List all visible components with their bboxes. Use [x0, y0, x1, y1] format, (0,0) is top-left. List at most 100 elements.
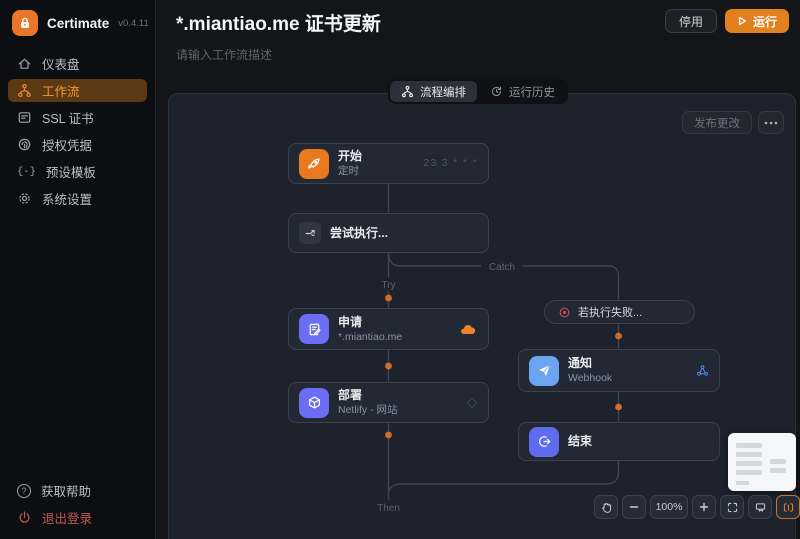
zoom-level-indicator[interactable]: 100%: [650, 495, 688, 519]
add-node-dot[interactable]: [385, 294, 392, 302]
run-button[interactable]: 运行: [724, 9, 789, 33]
split-icon: [299, 222, 321, 244]
history-icon: [491, 86, 502, 97]
sidebar-item-ssl-certificates[interactable]: SSL 证书: [8, 106, 147, 129]
sidebar-item-settings[interactable]: 系统设置: [8, 187, 147, 210]
hand-icon: [601, 502, 611, 513]
minimap-toggle-button[interactable]: [776, 495, 800, 519]
node-subtitle: *.miantiao.me: [338, 330, 403, 343]
tab-orchestration[interactable]: 流程编排: [390, 81, 477, 102]
sidebar-item-credentials[interactable]: 授权凭据: [8, 133, 147, 156]
minimap[interactable]: [728, 433, 796, 491]
sidebar-item-workflows[interactable]: 工作流: [8, 79, 147, 102]
cron-expression: 23 3 * * *: [423, 158, 478, 169]
app-logo: Certimate v0.4.11: [0, 0, 155, 48]
node-title: 开始: [338, 149, 363, 163]
workflow-icon: [18, 83, 31, 98]
main-area: *.miantiao.me 证书更新 请输入工作流描述 停用 运行 流程编排 运…: [156, 0, 800, 539]
fit-view-icon: [727, 502, 737, 512]
sidebar-bottom: ? 获取帮助 退出登录: [0, 475, 155, 533]
node-title: 申请: [338, 314, 363, 329]
fit-view-button[interactable]: [720, 495, 744, 519]
minimap-icon: [783, 502, 793, 512]
sidebar-item-label: 仪表盘: [42, 58, 80, 72]
sidebar-item-label: 系统设置: [42, 193, 93, 207]
node-apply[interactable]: 申请 *.miantiao.me: [288, 308, 489, 350]
help-label: 获取帮助: [41, 485, 92, 499]
node-end[interactable]: 结束: [518, 422, 720, 461]
minus-icon: [629, 506, 639, 508]
tab-label: 流程编排: [420, 86, 466, 99]
netlify-icon: [466, 397, 478, 409]
play-icon: [738, 16, 747, 26]
zoom-out-button[interactable]: [622, 495, 646, 519]
node-start[interactable]: 开始 定时 23 3 * * *: [288, 143, 489, 184]
canvas-actions: 发布更改: [682, 111, 784, 134]
rocket-icon: [299, 148, 329, 179]
minimap-node: [736, 470, 762, 475]
tab-label: 运行历史: [509, 86, 555, 99]
pan-tool-button[interactable]: [594, 495, 618, 519]
edge-label-then: Then: [377, 503, 400, 514]
logout-label: 退出登录: [42, 512, 93, 526]
snapshot-button[interactable]: [748, 495, 772, 519]
get-help-button[interactable]: ? 获取帮助: [8, 479, 147, 502]
question-icon: ?: [17, 483, 31, 498]
package-icon: [299, 387, 329, 418]
canvas-toolbar: 100%: [594, 495, 800, 519]
add-node-dot[interactable]: [385, 362, 392, 370]
sidebar: Certimate v0.4.11 仪表盘 工作流 SSL 证书 授权凭据 {-…: [0, 0, 156, 539]
power-icon: [19, 511, 30, 523]
tab-run-history[interactable]: 运行历史: [479, 81, 566, 102]
webhook-icon: [696, 364, 709, 377]
ellipsis-icon: [764, 121, 778, 124]
add-node-dot[interactable]: [615, 403, 622, 411]
view-tabs: 流程编排 运行历史: [388, 79, 568, 104]
lock-logo-icon: [12, 10, 38, 36]
add-node-dot[interactable]: [615, 332, 622, 340]
publish-changes-button[interactable]: 发布更改: [682, 111, 752, 134]
edge-label-try: Try: [381, 280, 395, 291]
node-deploy[interactable]: 部署 Netlify - 网站: [288, 382, 489, 423]
sidebar-item-label: 预设模板: [45, 166, 96, 180]
certimate-app: Certimate v0.4.11 仪表盘 工作流 SSL 证书 授权凭据 {-…: [0, 0, 800, 539]
end-exit-icon: [529, 426, 559, 457]
node-title: 通知: [568, 356, 593, 370]
sidebar-item-dashboard[interactable]: 仪表盘: [8, 52, 147, 75]
node-subtitle: Netlify - 网站: [338, 404, 398, 417]
run-label: 运行: [752, 14, 777, 29]
edge-label-catch: Catch: [489, 262, 515, 273]
node-notify[interactable]: 通知 Webhook: [518, 349, 720, 392]
minimap-node: [736, 461, 762, 466]
minimap-node: [770, 468, 786, 473]
braces-icon: {-}: [17, 165, 36, 178]
certificate-icon: [18, 112, 31, 123]
node-subtitle: 定时: [338, 165, 359, 178]
home-icon: [18, 58, 31, 69]
zoom-in-button[interactable]: [692, 495, 716, 519]
sidebar-nav: 仪表盘 工作流 SSL 证书 授权凭据 {-} 预设模板 系统设置: [0, 52, 155, 210]
node-try-block[interactable]: 尝试执行...: [288, 213, 489, 253]
workflow-description-input[interactable]: 请输入工作流描述: [176, 46, 272, 63]
more-options-button[interactable]: [758, 111, 784, 134]
sidebar-item-templates[interactable]: {-} 预设模板: [8, 160, 147, 183]
disable-button[interactable]: 停用: [664, 9, 717, 33]
workflow-canvas[interactable]: 发布更改 Try Catch Then 开始 定时 23 3 * * * 尝试执…: [168, 93, 800, 539]
sidebar-item-label: 工作流: [42, 85, 80, 99]
minimap-node: [736, 443, 762, 448]
snapshot-icon: [755, 502, 765, 512]
node-title: 若执行失败...: [578, 307, 643, 319]
orchestration-icon: [401, 85, 414, 98]
minimap-node: [770, 459, 786, 464]
workflow-title: *.miantiao.me 证书更新: [176, 14, 381, 35]
add-node-dot[interactable]: [385, 431, 392, 439]
fingerprint-icon: [18, 138, 31, 151]
logout-button[interactable]: 退出登录: [8, 506, 147, 529]
header-actions: 停用 运行: [664, 9, 789, 33]
paper-plane-icon: [529, 355, 559, 386]
gear-icon: [19, 193, 30, 204]
node-on-failure[interactable]: 若执行失败...: [544, 300, 695, 324]
apply-certificate-icon: [299, 314, 329, 344]
minimap-node: [736, 481, 749, 485]
sidebar-item-label: 授权凭据: [42, 139, 93, 153]
